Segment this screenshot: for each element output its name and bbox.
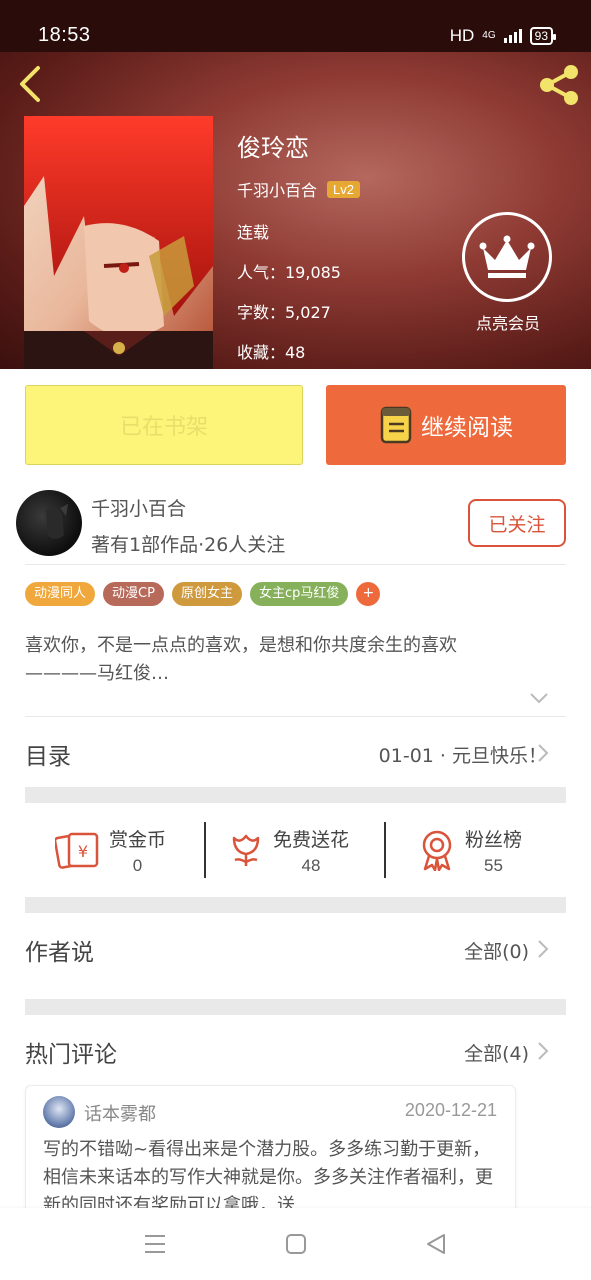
expand-intro-button[interactable] bbox=[528, 690, 550, 709]
on-shelf-button[interactable]: 已在书架 bbox=[25, 385, 303, 465]
back-nav-button[interactable] bbox=[424, 1232, 448, 1260]
catalog-label: 目录 bbox=[25, 744, 71, 770]
author-stats: 著有1部作品·26人关注 bbox=[91, 534, 286, 556]
flowers-label: 免费送花 bbox=[273, 828, 350, 851]
back-button[interactable] bbox=[14, 64, 48, 104]
author-says-all-label: 全部(0) bbox=[464, 941, 529, 963]
book-title: 俊玲恋 bbox=[237, 134, 309, 162]
reward-coins[interactable]: ¥ 赏金币 0 bbox=[55, 814, 166, 886]
commenter-name[interactable]: 话本雾都 bbox=[84, 1100, 156, 1126]
favorites-count: 收藏：48 bbox=[237, 343, 306, 362]
comment-date: 2020-12-21 bbox=[404, 1100, 497, 1120]
catalog-latest-chapter[interactable]: 01-01 · 元旦快乐！ bbox=[379, 741, 547, 768]
hot-comments-label: 热门评论 bbox=[25, 1042, 117, 1068]
fan-ranking[interactable]: 粉丝榜 55 bbox=[419, 814, 522, 886]
divider bbox=[25, 716, 566, 717]
vip-button[interactable]: 点亮会员 bbox=[462, 212, 554, 334]
latest-chapter-title: 01-01 · 元旦快乐！ bbox=[378, 745, 547, 767]
home-icon bbox=[286, 1234, 306, 1254]
level-badge: Lv2 bbox=[327, 180, 360, 198]
section-separator bbox=[25, 999, 566, 1015]
network-type: 4G bbox=[482, 30, 496, 41]
tag-list: 动漫同人 动漫CP 原创女主 女主cp马红俊 + bbox=[25, 582, 381, 606]
hd-indicator: HD bbox=[449, 26, 475, 45]
chevron-down-icon bbox=[530, 693, 548, 704]
status-bar: 18:53 HD 4G 93 bbox=[0, 0, 591, 52]
chevron-right-icon bbox=[538, 940, 549, 958]
stats-divider bbox=[204, 822, 206, 878]
flower-icon bbox=[232, 834, 260, 866]
book-author[interactable]: 千羽小百合 bbox=[237, 177, 317, 201]
share-icon bbox=[540, 65, 578, 105]
book-cover[interactable] bbox=[24, 116, 213, 369]
red-envelope-icon: ¥ bbox=[55, 832, 99, 869]
chevron-right-icon bbox=[538, 1042, 549, 1060]
section-separator bbox=[25, 787, 566, 803]
author-says-label: 作者说 bbox=[25, 940, 94, 966]
vip-label: 点亮会员 bbox=[475, 314, 540, 333]
status-time: 18:53 bbox=[38, 24, 91, 46]
author-avatar[interactable] bbox=[16, 490, 82, 556]
tag-item[interactable]: 动漫CP bbox=[103, 582, 164, 606]
author-says-all[interactable]: 全部(0) bbox=[464, 937, 529, 964]
section-separator bbox=[25, 897, 566, 913]
author-name[interactable]: 千羽小百合 bbox=[91, 494, 186, 521]
menu-icon bbox=[145, 1235, 165, 1253]
comment-card[interactable]: 话本雾都 2020-12-21 写的不错呦~看得出来是个潜力股。多多练习勤于更新… bbox=[25, 1085, 516, 1225]
book-header: 18:53 HD 4G 93 俊玲恋 千羽小百合 Lv2 连载 人气：19,08… bbox=[0, 0, 591, 369]
more-tags-button[interactable]: + bbox=[356, 582, 381, 606]
share-button[interactable] bbox=[536, 62, 582, 108]
svg-text:¥: ¥ bbox=[78, 842, 88, 861]
continue-reading-label: 继续阅读 bbox=[421, 415, 513, 441]
back-arrow-icon bbox=[20, 66, 40, 102]
stats-divider bbox=[384, 822, 386, 878]
support-stats: ¥ 赏金币 0 免费送花 48 粉丝榜 55 bbox=[25, 814, 566, 886]
tag-item[interactable]: 原创女主 bbox=[171, 582, 242, 606]
crown-icon bbox=[462, 212, 552, 302]
status-indicators: HD 4G 93 bbox=[449, 26, 557, 46]
follow-button[interactable]: 已关注 bbox=[468, 499, 566, 547]
chevron-right-icon bbox=[538, 744, 549, 762]
battery-icon: 93 bbox=[529, 27, 557, 45]
medal-icon bbox=[422, 830, 452, 871]
coins-label: 赏金币 bbox=[109, 828, 167, 851]
popularity: 人气：19,085 bbox=[237, 263, 341, 282]
on-shelf-label: 已在书架 bbox=[119, 415, 208, 440]
author-level-row: 千羽小百合 Lv2 bbox=[237, 177, 360, 201]
home-button[interactable] bbox=[284, 1232, 308, 1260]
cover-image bbox=[24, 116, 213, 369]
hot-comments-all-label: 全部(4) bbox=[464, 1043, 529, 1065]
divider bbox=[25, 564, 566, 565]
continue-reading-button[interactable]: 继续阅读 bbox=[326, 385, 566, 465]
fans-label: 粉丝榜 bbox=[465, 828, 523, 851]
fans-value: 55 bbox=[484, 855, 503, 875]
commenter-avatar[interactable] bbox=[43, 1096, 75, 1128]
tag-item[interactable]: 动漫同人 bbox=[25, 582, 96, 606]
hot-comments-all[interactable]: 全部(4) bbox=[464, 1039, 529, 1066]
book-icon bbox=[380, 406, 412, 444]
tag-item[interactable]: 女主cp马红俊 bbox=[249, 582, 349, 606]
back-triangle-icon bbox=[427, 1234, 445, 1254]
book-intro: 喜欢你，不是一点点的喜欢，是想和你共度余生的喜欢 ————马红俊… bbox=[25, 635, 457, 684]
system-nav-bar bbox=[0, 1208, 591, 1280]
signal-icon bbox=[503, 29, 522, 43]
flowers-value: 48 bbox=[301, 855, 321, 875]
coins-value: 0 bbox=[132, 855, 143, 875]
menu-button[interactable] bbox=[143, 1232, 167, 1260]
follow-label: 已关注 bbox=[488, 513, 546, 536]
serial-status: 连载 bbox=[237, 223, 270, 242]
word-count: 字数：5,027 bbox=[237, 303, 331, 322]
free-flowers[interactable]: 免费送花 48 bbox=[229, 814, 349, 886]
